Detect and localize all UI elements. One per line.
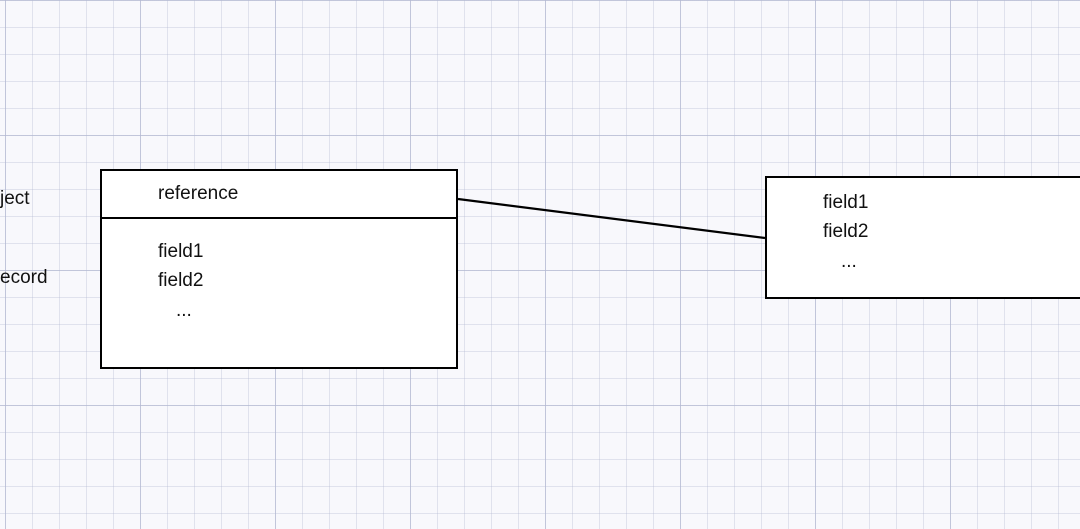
main-record-field: field2 (158, 266, 446, 295)
diagram-canvas[interactable]: ject ecord reference field1 field2 ... f… (0, 0, 1080, 529)
referenced-record-field: field2 (823, 217, 1080, 246)
main-record-box[interactable]: reference field1 field2 ... (100, 169, 458, 369)
main-record-body: field1 field2 ... (102, 219, 456, 337)
referenced-record-ellipsis: ... (823, 247, 1080, 276)
main-record-title: reference (102, 171, 456, 219)
referenced-record-field: field1 (823, 188, 1080, 217)
label-object: ject (0, 188, 30, 210)
referenced-record-box[interactable]: field1 field2 ... (765, 176, 1080, 299)
label-record: ecord (0, 267, 48, 289)
main-record-ellipsis: ... (158, 296, 446, 325)
main-record-field: field1 (158, 237, 446, 266)
referenced-record-body: field1 field2 ... (767, 178, 1080, 284)
